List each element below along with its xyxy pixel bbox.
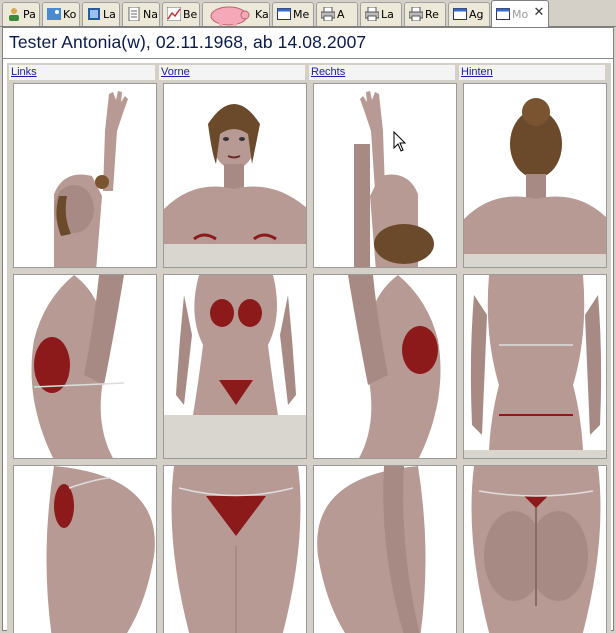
tab-re[interactable]: Re — [404, 2, 446, 26]
application-window: Pa Ko La Na Be Ka Me A La Re Ag Mo ✕ Tes… — [0, 0, 616, 633]
tab-me[interactable]: Me — [272, 2, 314, 26]
lab-icon — [87, 7, 101, 21]
tab-label: Na — [143, 8, 158, 21]
tab-la[interactable]: La — [82, 2, 120, 26]
tab-be[interactable]: Be — [162, 2, 200, 26]
body-image-back-hips[interactable] — [463, 465, 607, 633]
body-image-right-head[interactable] — [313, 83, 457, 268]
tab-label: Me — [293, 8, 310, 21]
tab-label: Ag — [469, 8, 484, 21]
image-icon — [47, 7, 61, 21]
window-icon — [277, 7, 291, 21]
chart-icon — [166, 6, 182, 22]
body-image-right-torso[interactable] — [313, 274, 457, 459]
tab-label: Be — [183, 8, 198, 21]
close-tab-icon[interactable]: ✕ — [532, 6, 546, 20]
tab-label: Ko — [63, 8, 77, 21]
tab-label: Ka — [255, 8, 269, 21]
body-image-back-head[interactable] — [463, 83, 607, 268]
printer-icon — [408, 6, 424, 22]
column-link-rechts[interactable]: Rechts — [311, 66, 345, 78]
column-link-links[interactable]: Links — [11, 66, 37, 78]
tab-label: Re — [425, 8, 439, 21]
tab-la-2[interactable]: La — [360, 2, 402, 26]
piggy-bank-icon — [205, 4, 251, 26]
body-image-front-hips[interactable] — [163, 465, 307, 633]
tab-a[interactable]: A — [316, 2, 358, 26]
body-image-back-torso[interactable] — [463, 274, 607, 459]
tab-label: Pa — [23, 8, 36, 21]
body-view-grid: Links Vorne Rechts Hinten — [7, 63, 611, 633]
tab-label: La — [103, 8, 116, 21]
column-header: Rechts — [309, 65, 455, 80]
content-panel: Tester Antonia(w), 02.11.1968, ab 14.08.… — [2, 27, 614, 633]
column-link-hinten[interactable]: Hinten — [461, 66, 493, 78]
mouse-cursor-icon — [393, 130, 407, 153]
printer-icon — [364, 6, 380, 22]
body-image-left-torso[interactable] — [13, 274, 157, 459]
title-divider — [3, 58, 613, 59]
body-image-front-torso[interactable] — [163, 274, 307, 459]
printer-icon — [320, 6, 336, 22]
document-icon — [127, 6, 141, 22]
column-link-vorne[interactable]: Vorne — [161, 66, 190, 78]
column-header: Links — [9, 65, 155, 80]
tab-ag[interactable]: Ag — [448, 2, 490, 26]
tab-pa[interactable]: Pa — [2, 2, 40, 26]
tab-ko[interactable]: Ko — [42, 2, 80, 26]
patient-title: Tester Antonia(w), 02.11.1968, ab 14.08.… — [9, 32, 367, 52]
window-icon — [453, 7, 467, 21]
column-header: Hinten — [459, 65, 605, 80]
person-icon — [7, 7, 21, 21]
column-header: Vorne — [159, 65, 305, 80]
body-image-right-hips[interactable] — [313, 465, 457, 633]
body-image-left-hips[interactable] — [13, 465, 157, 633]
body-image-left-head[interactable] — [13, 83, 157, 268]
tab-label: La — [381, 8, 394, 21]
tab-na[interactable]: Na — [122, 2, 160, 26]
tab-ka[interactable]: Ka — [202, 2, 270, 26]
tab-label: A — [337, 8, 345, 21]
tab-strip: Pa Ko La Na Be Ka Me A La Re Ag Mo ✕ — [0, 0, 616, 27]
tab-mo[interactable]: Mo ✕ — [491, 0, 549, 27]
tab-label: Mo — [512, 8, 529, 21]
window-icon — [496, 7, 510, 21]
body-image-front-head[interactable] — [163, 83, 307, 268]
